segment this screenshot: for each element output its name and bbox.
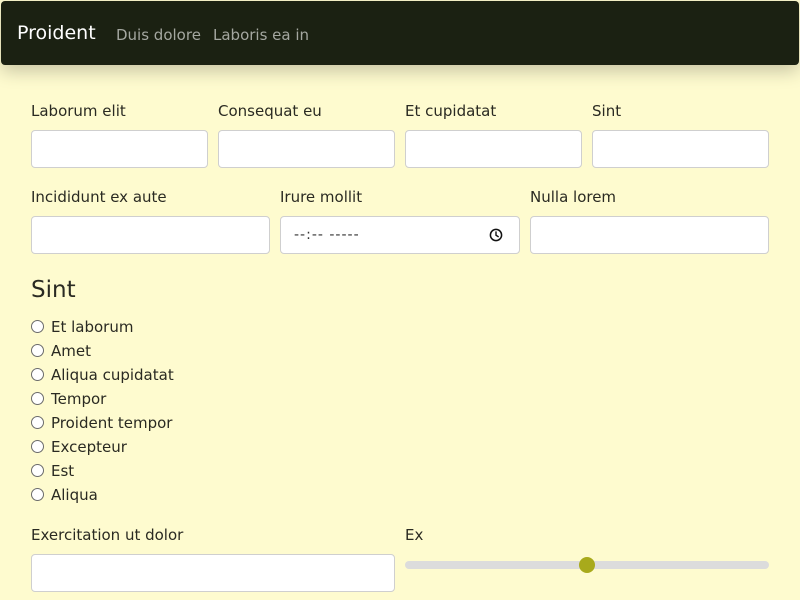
radio-button[interactable] bbox=[31, 368, 44, 381]
nulla-lorem-label: Nulla lorem bbox=[530, 188, 617, 206]
incididunt-ex-aute-input[interactable] bbox=[31, 216, 270, 254]
exercitation-ut-dolor-label: Exercitation ut dolor bbox=[31, 526, 184, 544]
ex-slider-label: Ex bbox=[405, 526, 424, 544]
radio-button[interactable] bbox=[31, 320, 44, 333]
radio-button[interactable] bbox=[31, 464, 44, 477]
incididunt-ex-aute-label: Incididunt ex aute bbox=[31, 188, 167, 206]
sint-label: Sint bbox=[592, 102, 622, 120]
radio-label[interactable]: Aliqua bbox=[51, 485, 98, 505]
radio-button[interactable] bbox=[31, 488, 44, 501]
laborum-elit-input[interactable] bbox=[31, 130, 208, 168]
nulla-lorem-input[interactable] bbox=[530, 216, 769, 254]
et-cupidatat-label: Et cupidatat bbox=[405, 102, 497, 120]
nav-link-duis-dolore[interactable]: Duis dolore bbox=[116, 25, 201, 45]
radio-label[interactable]: Amet bbox=[51, 341, 91, 361]
radio-group-heading: Sint bbox=[31, 277, 76, 303]
consequat-eu-label: Consequat eu bbox=[218, 102, 322, 120]
consequat-eu-input[interactable] bbox=[218, 130, 395, 168]
radio-label[interactable]: Tempor bbox=[51, 389, 106, 409]
et-cupidatat-input[interactable] bbox=[405, 130, 582, 168]
radio-button[interactable] bbox=[31, 416, 44, 429]
radio-label[interactable]: Proident tempor bbox=[51, 413, 172, 433]
exercitation-ut-dolor-input[interactable] bbox=[31, 554, 395, 592]
radio-button[interactable] bbox=[31, 344, 44, 357]
radio-label[interactable]: Excepteur bbox=[51, 437, 127, 457]
irure-mollit-label: Irure mollit bbox=[280, 188, 363, 206]
laborum-elit-label: Laborum elit bbox=[31, 102, 126, 120]
irure-mollit-time-input[interactable]: --:-- ----- bbox=[280, 216, 520, 254]
time-input-value: --:-- ----- bbox=[294, 227, 360, 243]
navbar-brand[interactable]: Proident bbox=[17, 21, 96, 45]
radio-label[interactable]: Et laborum bbox=[51, 317, 133, 337]
radio-button[interactable] bbox=[31, 440, 44, 453]
slider-thumb[interactable] bbox=[579, 557, 595, 573]
navbar: Proident Duis dolore Laboris ea in bbox=[1, 1, 799, 65]
radio-label[interactable]: Est bbox=[51, 461, 74, 481]
radio-button[interactable] bbox=[31, 392, 44, 405]
sint-input[interactable] bbox=[592, 130, 769, 168]
ex-slider[interactable] bbox=[405, 557, 769, 573]
clock-icon[interactable] bbox=[489, 228, 503, 242]
radio-label[interactable]: Aliqua cupidatat bbox=[51, 365, 174, 385]
nav-link-laboris-ea-in[interactable]: Laboris ea in bbox=[213, 25, 309, 45]
